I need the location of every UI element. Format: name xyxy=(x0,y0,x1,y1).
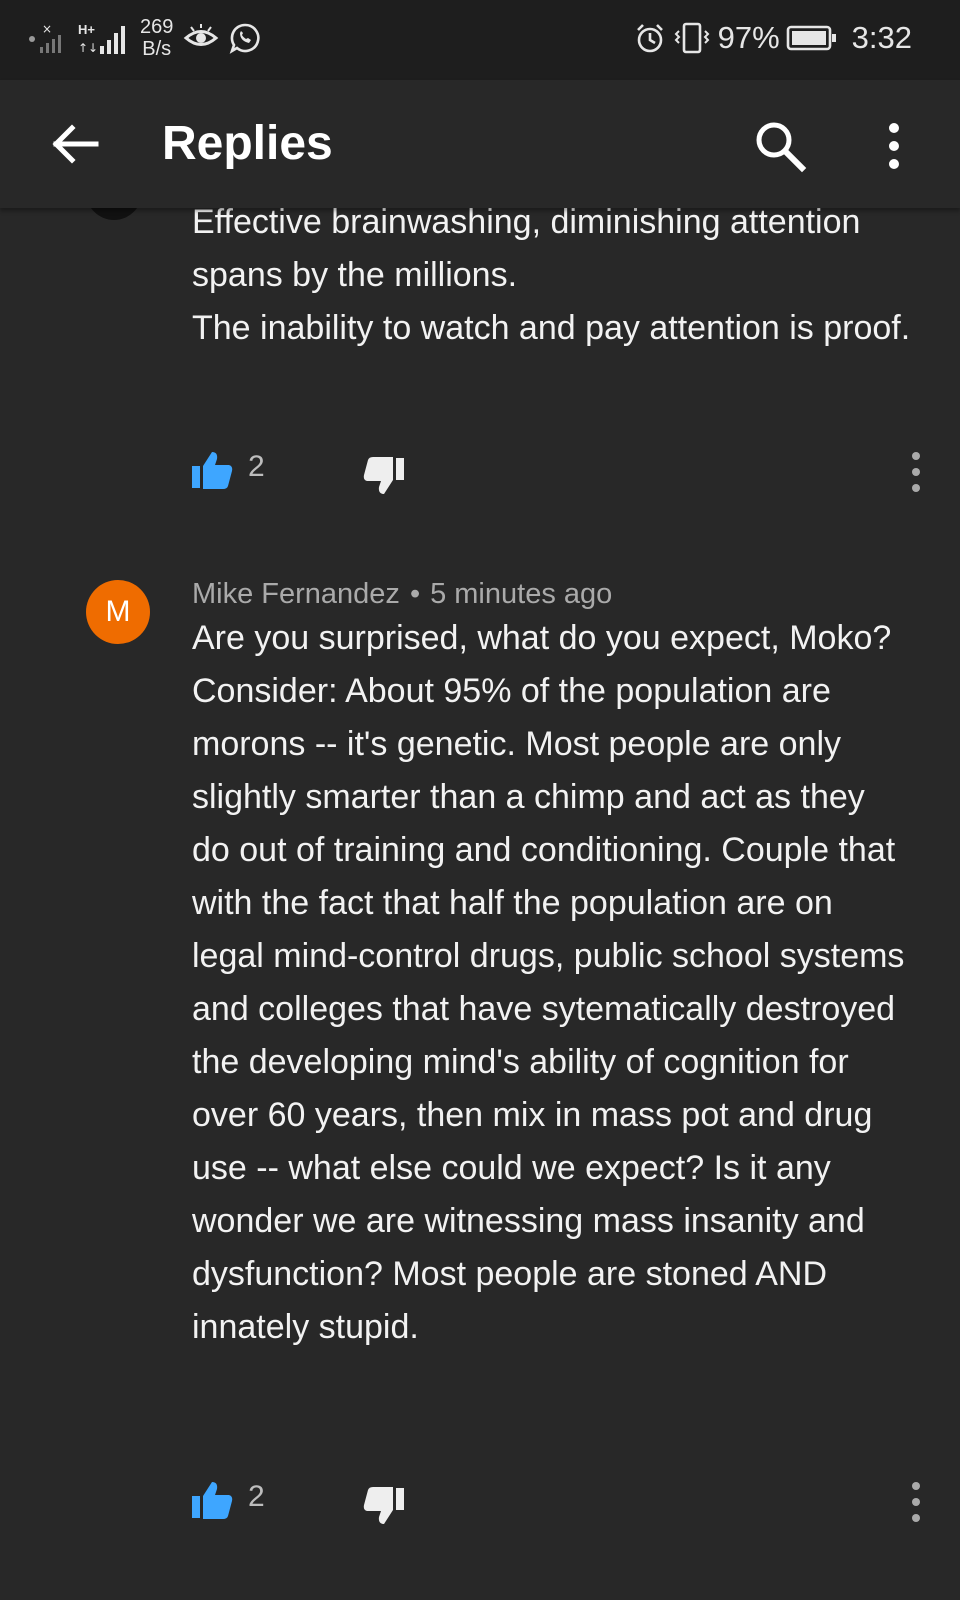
battery-percent: 97% xyxy=(717,20,780,55)
thumbs-up-icon xyxy=(192,1482,233,1519)
battery-icon xyxy=(786,25,836,51)
author-name[interactable]: Mike Fernandez xyxy=(192,578,400,610)
status-bar: × H+ ↑↓ 269 B/s 97% 3:32 xyxy=(0,0,960,80)
dislike-button[interactable] xyxy=(362,454,406,498)
dislike-button[interactable] xyxy=(362,1484,406,1528)
svg-text:×: × xyxy=(42,22,52,36)
more-vert-icon xyxy=(889,123,899,169)
search-icon xyxy=(756,122,807,173)
comment-actions: 2 xyxy=(190,448,930,498)
net-speed-unit: B/s xyxy=(142,38,172,60)
more-vert-icon xyxy=(912,1482,920,1522)
comment-time: 5 minutes ago xyxy=(430,578,613,610)
signal-off-icon: × xyxy=(29,22,61,53)
page-title: Replies xyxy=(162,117,333,170)
comment-text: Effective brainwashing, diminishing atte… xyxy=(192,203,911,347)
like-count: 2 xyxy=(248,450,265,483)
thumbs-down-icon xyxy=(363,1487,404,1524)
status-left: × H+ ↑↓ 269 B/s xyxy=(28,16,261,60)
more-options-button[interactable] xyxy=(882,118,906,174)
alarm-icon xyxy=(636,24,663,53)
avatar[interactable]: M xyxy=(86,580,150,644)
like-count: 2 xyxy=(248,1480,265,1513)
svg-text:↑↓: ↑↓ xyxy=(78,41,98,55)
comment-text: Are you surprised, what do you expect, M… xyxy=(192,619,905,1346)
separator-dot: • xyxy=(409,578,421,610)
signal-icon: H+ ↑↓ xyxy=(78,18,130,58)
eye-icon xyxy=(184,24,219,46)
like-button[interactable] xyxy=(190,448,234,492)
net-speed: 269 B/s xyxy=(140,16,173,60)
comment-actions: 2 xyxy=(190,1478,930,1528)
thumbs-down-icon xyxy=(363,457,404,494)
clock: 3:32 xyxy=(851,20,912,55)
like-button[interactable] xyxy=(190,1478,234,1522)
search-button[interactable] xyxy=(752,118,808,174)
arrow-left-icon xyxy=(52,124,99,164)
more-vert-icon xyxy=(912,452,920,492)
whatsapp-icon xyxy=(230,23,260,54)
comment-meta: Mike Fernandez • 5 minutes ago xyxy=(192,578,612,611)
thumbs-up-icon xyxy=(192,452,233,489)
status-right: 97% 3:32 xyxy=(634,20,912,56)
net-speed-value: 269 xyxy=(140,16,174,38)
comment-more-button[interactable] xyxy=(908,448,924,496)
app-bar: Replies xyxy=(0,80,960,208)
back-button[interactable] xyxy=(48,116,104,172)
vibrate-icon xyxy=(674,22,710,54)
comment-more-button[interactable] xyxy=(908,1478,924,1526)
